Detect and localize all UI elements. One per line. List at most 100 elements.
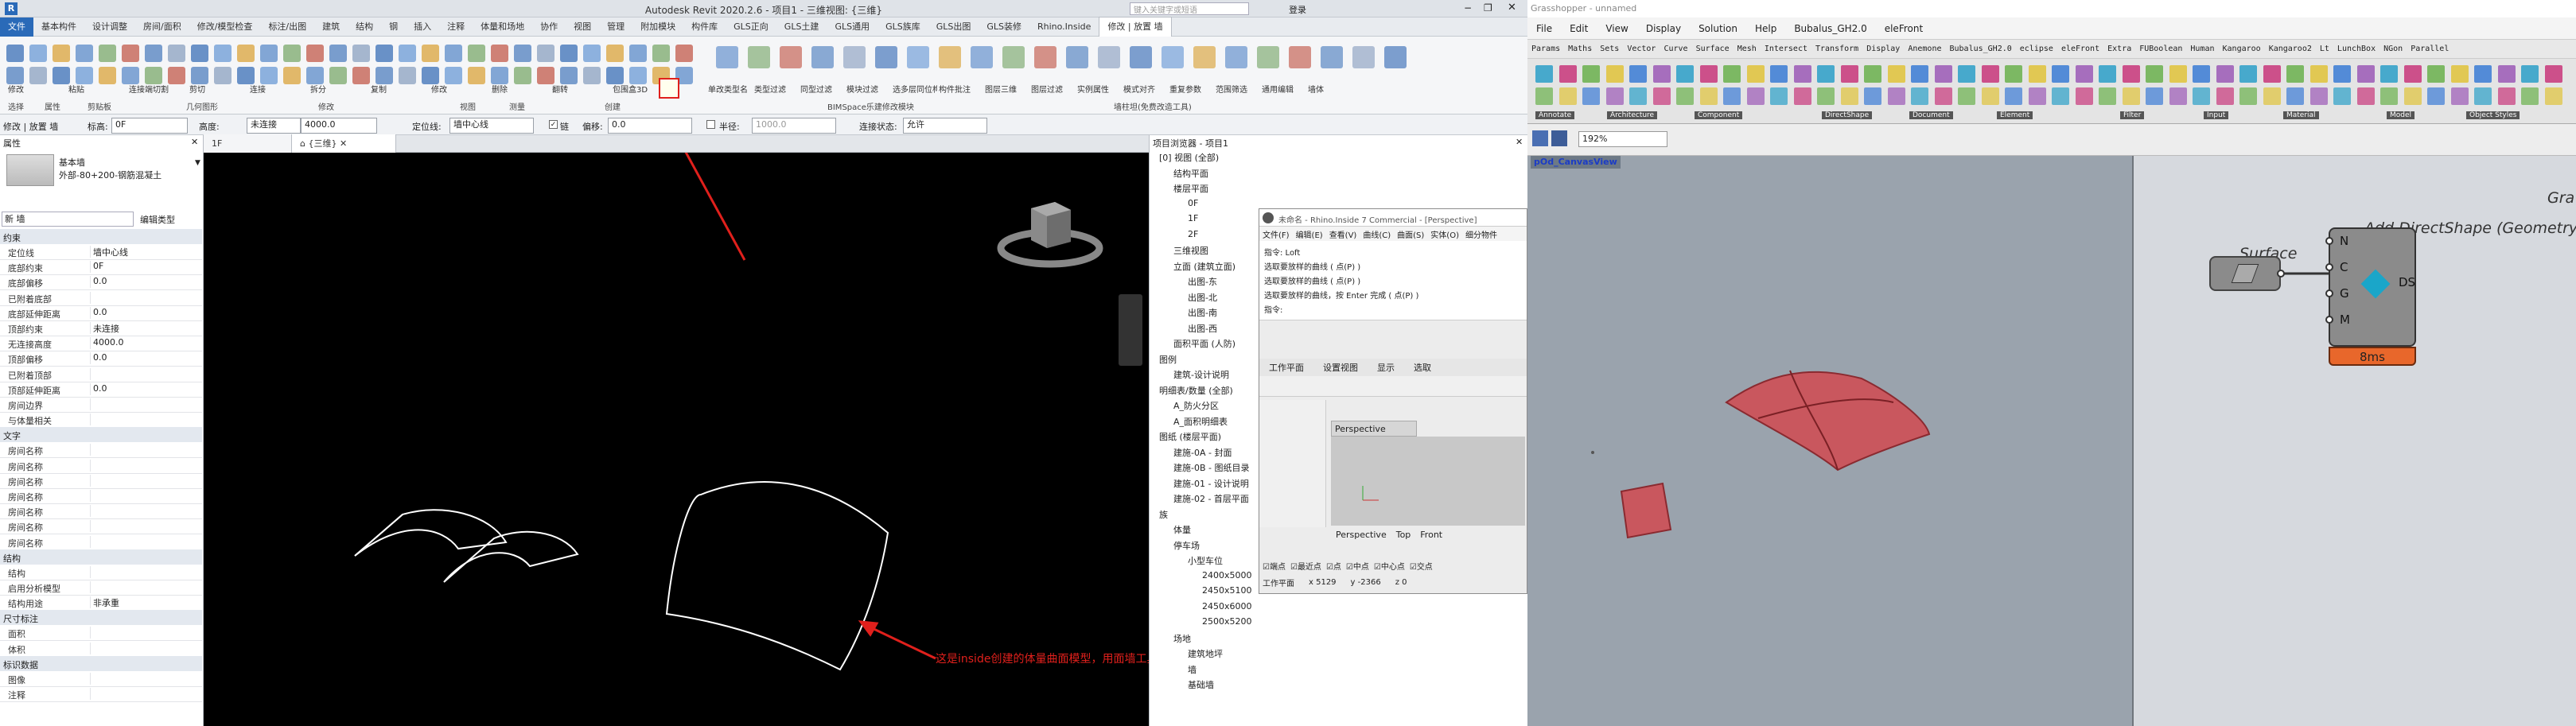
add-directshape-component[interactable]: NCGM DS [2325, 227, 2416, 347]
ribbon-tool-icon[interactable] [606, 45, 624, 62]
minimize-button[interactable]: − [1464, 2, 1472, 14]
save-icon[interactable] [1551, 130, 1567, 146]
browser-item[interactable]: 场地 [1173, 632, 1191, 645]
browser-item[interactable]: 建施-0A - 封面 [1173, 446, 1232, 459]
tab-11[interactable]: 体量和场地 [473, 17, 532, 37]
instance-filter[interactable]: 新 墙 [2, 212, 134, 227]
gh-component-icon[interactable] [2263, 87, 2281, 105]
ribbon-tool-icon[interactable] [583, 45, 601, 62]
gh-category-tab[interactable]: Anemone [1904, 45, 1945, 53]
ribbon-tool-icon[interactable] [583, 67, 601, 84]
gh-component-icon[interactable] [2169, 87, 2187, 105]
rhino-view-tab[interactable]: Front [1415, 530, 1447, 540]
browser-item[interactable]: 0F [1188, 198, 1198, 208]
browser-item[interactable]: 出图-南 [1188, 306, 1217, 319]
gh-category-tab[interactable]: eclipse [2016, 45, 2057, 53]
offset-input[interactable]: 0.0 [608, 118, 692, 134]
gh-category-tab[interactable]: eleFront [2057, 45, 2103, 53]
ribbon-tool-icon[interactable] [445, 67, 462, 84]
tab-17[interactable]: GLS正向 [726, 17, 776, 37]
tab-3d[interactable]: ⌂ {三维} ✕ [292, 134, 396, 153]
ribbon-tool-icon[interactable] [191, 45, 208, 62]
ribbon-tool-icon[interactable] [260, 67, 278, 84]
gh-menu-item[interactable]: Help [1746, 23, 1785, 34]
gh-component-icon[interactable] [2193, 87, 2210, 105]
rhino-view-tab[interactable]: Perspective [1331, 530, 1391, 540]
gh-component-icon[interactable] [1864, 87, 1881, 105]
osnap-item[interactable]: ☑最近点 [1290, 560, 1321, 572]
gh-component-icon[interactable] [1629, 65, 1647, 83]
open-file-icon[interactable] [1532, 130, 1548, 146]
ribbon-tool-icon[interactable] [514, 67, 531, 84]
gh-category-tab[interactable]: Display [1862, 45, 1904, 53]
gh-component-icon[interactable] [2169, 65, 2187, 83]
ribbon-tool-icon[interactable] [675, 45, 693, 62]
gh-component-icon[interactable] [2333, 65, 2351, 83]
ribbon-label[interactable]: 模式对齐 [1123, 83, 1168, 95]
ribbon-tool-icon[interactable] [122, 45, 139, 62]
bimspace-tool-icon[interactable] [939, 46, 961, 68]
gh-category-tab[interactable]: Parallel [2407, 45, 2453, 53]
bimspace-tool-icon[interactable] [1162, 46, 1184, 68]
ribbon-label[interactable]: 范围筛选 [1216, 83, 1260, 95]
browser-item[interactable]: A_防火分区 [1173, 399, 1219, 412]
gh-component-icon[interactable] [2052, 65, 2069, 83]
gh-category-tab[interactable]: Params [1527, 45, 1564, 53]
ribbon-label[interactable]: 通用编辑 [1262, 83, 1306, 95]
gh-component-icon[interactable] [2474, 87, 2492, 105]
gh-component-icon[interactable] [1817, 65, 1835, 83]
gh-component-icon[interactable] [1934, 65, 1952, 83]
gh-component-icon[interactable] [2286, 65, 2304, 83]
tab-4[interactable]: 修改/模型检查 [189, 17, 261, 37]
gh-component-icon[interactable] [1723, 87, 1741, 105]
ribbon-tool-icon[interactable] [606, 67, 624, 84]
gh-component-icon[interactable] [2333, 87, 2351, 105]
tab-6[interactable]: 建筑 [314, 17, 348, 37]
gh-component-icon[interactable] [2544, 87, 2562, 105]
ribbon-tool-icon[interactable] [352, 45, 370, 62]
ribbon-tool-icon[interactable] [537, 45, 555, 62]
bimspace-tool-icon[interactable] [971, 46, 993, 68]
gh-category-tab[interactable]: NGon [2379, 45, 2407, 53]
gh-component-icon[interactable] [1676, 65, 1694, 83]
browser-item[interactable]: 面积平面 (人防) [1173, 337, 1235, 350]
rhino-menu-item[interactable]: 细分物件 [1462, 228, 1500, 240]
gh-component-icon[interactable] [1699, 87, 1718, 105]
tab-13[interactable]: 视图 [566, 17, 599, 37]
ribbon-label[interactable]: 复制 [371, 83, 415, 95]
browser-item[interactable]: 三维视图 [1173, 244, 1208, 257]
ribbon-label[interactable]: 修改 [8, 83, 53, 95]
tab-23[interactable]: Rhino.Inside [1029, 17, 1099, 37]
tab-3[interactable]: 房间/面积 [135, 17, 189, 37]
gh-component-icon[interactable] [2099, 65, 2116, 83]
ribbon-tool-icon[interactable] [283, 45, 301, 62]
browser-item[interactable]: [0] 视图 (全部) [1159, 151, 1219, 164]
ribbon-tool-icon[interactable] [399, 67, 416, 84]
gh-component-icon[interactable] [1840, 65, 1858, 83]
ribbon-tool-icon[interactable] [376, 67, 393, 84]
gh-component-icon[interactable] [1770, 87, 1788, 105]
gh-component-icon[interactable] [1887, 65, 1905, 83]
gh-component-icon[interactable] [2216, 65, 2234, 83]
tab-1[interactable]: 基本构件 [33, 17, 84, 37]
rhino-menu-item[interactable]: 实体(O) [1427, 228, 1462, 240]
browser-item[interactable]: 建施-01 - 设计说明 [1173, 477, 1249, 490]
close-icon[interactable]: ✕ [1516, 137, 1523, 147]
gh-component-icon[interactable] [1582, 87, 1600, 105]
tab-5[interactable]: 标注/出图 [260, 17, 314, 37]
gh-component-icon[interactable] [2497, 65, 2516, 83]
gh-component-icon[interactable] [1770, 65, 1788, 83]
ribbon-tool-icon[interactable] [237, 67, 255, 84]
locline-select[interactable]: 墙中心线 [449, 118, 534, 134]
gh-component-icon[interactable] [1981, 65, 1999, 83]
bimspace-tool-icon[interactable] [1225, 46, 1247, 68]
edit-type-button[interactable]: 编辑类型 [140, 213, 175, 226]
rhino-menu-item[interactable]: 文件(F) [1259, 228, 1293, 240]
tab-24[interactable]: 修改 | 放置 墙 [1099, 17, 1172, 37]
maximize-button[interactable]: ❐ [1484, 2, 1492, 14]
gh-menu-item[interactable]: View [1597, 23, 1636, 34]
browser-item[interactable]: 族 [1159, 508, 1168, 521]
ribbon-label[interactable]: 重复参数 [1169, 83, 1214, 95]
browser-item[interactable]: 2400x5000 [1202, 570, 1252, 580]
ribbon-label[interactable]: 删除 [492, 83, 536, 95]
